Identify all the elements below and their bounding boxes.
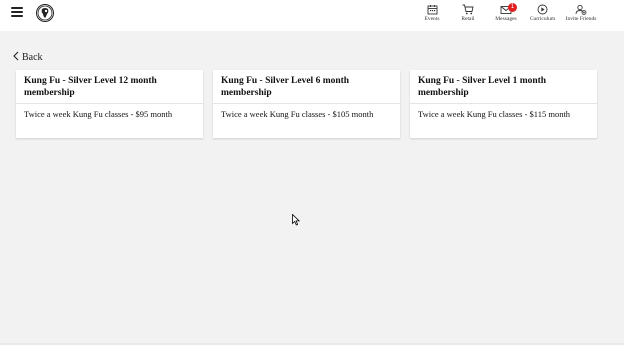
card-description: Twice a week Kung Fu classes - $105 mont… <box>221 109 374 119</box>
nav-label: Invite Friends <box>565 16 597 22</box>
card-description: Twice a week Kung Fu classes - $95 month <box>24 109 173 119</box>
nav-label: Curriculum <box>529 16 556 22</box>
nav-label: Retail <box>461 16 475 22</box>
nav-label: Events <box>424 16 440 22</box>
menu-icon[interactable] <box>11 7 23 17</box>
back-button[interactable]: Back <box>13 51 43 63</box>
card-title: Kung Fu - Silver Level 12 month membersh… <box>24 76 157 98</box>
nav-retail[interactable]: Retail <box>459 4 477 30</box>
card-title: Kung Fu - Silver Level 6 month membershi… <box>221 76 350 98</box>
chevron-left-icon <box>13 51 19 61</box>
back-label: Back <box>22 52 43 63</box>
membership-card[interactable]: Kung Fu - Silver Level 6 month membershi… <box>213 70 400 138</box>
logo[interactable] <box>36 4 54 22</box>
nav-label: Messages <box>495 16 517 22</box>
card-title: Kung Fu - Silver Level 1 month membershi… <box>418 76 547 98</box>
nav-events[interactable]: Events <box>423 4 441 30</box>
card-divider <box>16 103 203 104</box>
nav-messages[interactable]: 1 Messages <box>494 3 518 30</box>
card-divider <box>213 103 400 104</box>
play-circle-icon <box>537 4 548 15</box>
cart-icon <box>462 4 474 15</box>
mouse-cursor-icon <box>292 214 300 226</box>
nav-invite-friends[interactable]: Invite Friends <box>564 4 598 30</box>
top-bar: Events Retail 1 Messages Curriculum Invi… <box>0 0 624 31</box>
calendar-icon <box>427 5 437 15</box>
nav-curriculum[interactable]: Curriculum <box>529 4 556 30</box>
card-divider <box>410 103 597 104</box>
add-user-icon <box>575 4 587 15</box>
membership-card[interactable]: Kung Fu - Silver Level 12 month membersh… <box>16 70 203 138</box>
membership-card[interactable]: Kung Fu - Silver Level 1 month membershi… <box>410 70 597 138</box>
card-description: Twice a week Kung Fu classes - $115 mont… <box>418 109 571 119</box>
message-count-badge: 1 <box>508 3 517 12</box>
